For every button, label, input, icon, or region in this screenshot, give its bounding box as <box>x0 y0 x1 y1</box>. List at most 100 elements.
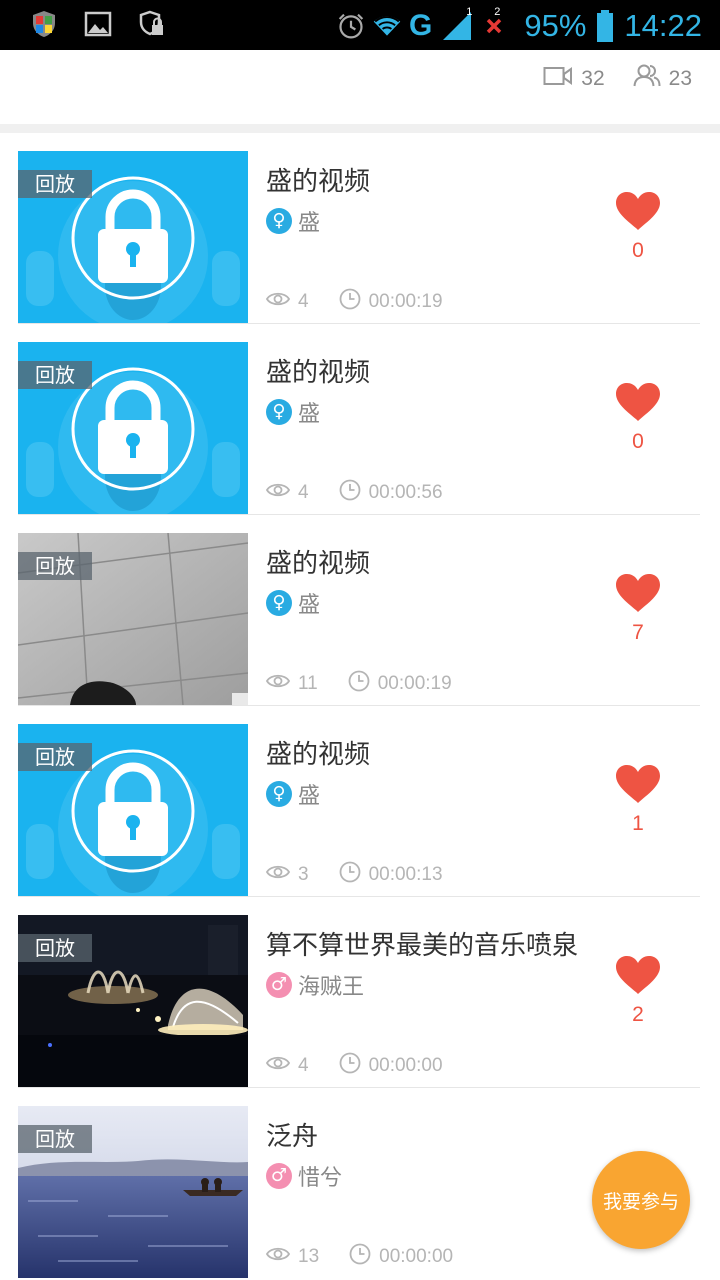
video-meta: 3 00:00:13 <box>265 861 443 889</box>
clock: 14:22 <box>624 8 702 43</box>
signal-badge-1: 1 <box>466 6 473 18</box>
author-name: 盛 <box>298 593 321 618</box>
video-thumbnail-locked[interactable]: 回放 <box>18 724 248 896</box>
replay-badge: 回放 <box>18 361 92 389</box>
wifi-icon <box>373 12 401 40</box>
video-duration: 00:00:19 <box>368 291 443 312</box>
video-count: 32 <box>581 67 605 90</box>
video-meta: 13 00:00:00 <box>265 1243 454 1271</box>
video-thumbnail-locked[interactable]: 回放 <box>18 342 248 514</box>
video-title[interactable]: 盛的视频 <box>266 352 370 389</box>
battery-percent: 95% <box>524 8 587 43</box>
replay-badge: 回放 <box>18 743 92 771</box>
signal-icon-1: 1 <box>440 6 474 40</box>
clock-icon <box>339 288 361 316</box>
video-thumbnail-lake[interactable]: 回放 <box>18 1106 248 1278</box>
network-type: G <box>409 9 433 42</box>
video-meta: 11 00:00:19 <box>265 670 452 698</box>
author-row[interactable]: ♂ 惜兮 <box>266 1160 342 1192</box>
female-icon: ♀ <box>266 781 292 807</box>
male-icon: ♂ <box>266 972 292 998</box>
video-list-item[interactable]: 回放 盛的视频 ♀ 盛 4 00:00:19 0 <box>18 133 700 324</box>
author-name: 盛 <box>298 784 321 809</box>
video-title[interactable]: 盛的视频 <box>266 734 370 771</box>
heart-icon <box>615 574 661 617</box>
video-meta: 4 00:00:19 <box>265 288 443 316</box>
user-count: 23 <box>668 67 692 90</box>
video-duration: 00:00:56 <box>368 482 443 503</box>
video-duration: 00:00:13 <box>368 864 443 885</box>
eye-icon <box>265 673 291 695</box>
video-duration: 00:00:00 <box>379 1246 454 1267</box>
author-name: 盛 <box>298 402 321 427</box>
clock-icon <box>349 1243 371 1271</box>
like-count: 0 <box>632 239 644 262</box>
view-count: 11 <box>298 673 318 694</box>
clock-icon <box>339 1052 361 1080</box>
female-icon: ♀ <box>266 590 292 616</box>
users-icon <box>633 64 661 94</box>
author-row[interactable]: ♀ 盛 <box>266 778 320 810</box>
video-meta: 4 00:00:56 <box>265 479 443 507</box>
heart-icon <box>615 765 661 808</box>
author-row[interactable]: ♀ 盛 <box>266 396 320 428</box>
like-button[interactable]: 0 <box>614 382 662 454</box>
replay-badge: 回放 <box>18 934 92 962</box>
clock-icon <box>348 670 370 698</box>
security-lock-icon <box>138 10 166 38</box>
video-list-item[interactable]: 回放 盛的视频 ♀ 盛 4 00:00:56 0 <box>18 324 700 515</box>
author-row[interactable]: ♀ 盛 <box>266 205 320 237</box>
clock-icon <box>339 479 361 507</box>
like-button[interactable]: 1 <box>614 764 662 836</box>
signal-badge-2: 2 <box>494 6 501 18</box>
replay-badge: 回放 <box>18 1125 92 1153</box>
video-title[interactable]: 泛舟 <box>266 1116 318 1153</box>
video-list-item[interactable]: 回放 算不算世界最美的音乐喷泉 ♂ 海贼王 4 00:00:00 2 <box>18 897 700 1088</box>
replay-badge: 回放 <box>18 552 92 580</box>
like-count: 0 <box>632 430 644 453</box>
like-count: 2 <box>632 1003 644 1026</box>
eye-icon <box>265 1246 291 1268</box>
view-count: 4 <box>298 291 309 312</box>
status-bar: G 1 2 95% 14:22 <box>0 0 720 50</box>
user-count-stat: 23 <box>633 64 692 94</box>
signal-icon-2: 2 <box>482 6 506 40</box>
eye-icon <box>265 864 291 886</box>
clock-icon <box>339 861 361 889</box>
like-count: 1 <box>632 812 644 835</box>
video-list-item[interactable]: 回放 盛的视频 ♀ 盛 11 00:00:19 7 <box>18 515 700 706</box>
header: 32 23 <box>0 50 720 126</box>
video-thumbnail-ceiling[interactable]: 回放 <box>18 533 248 705</box>
alarm-icon <box>337 12 365 40</box>
eye-icon <box>265 1055 291 1077</box>
author-name: 惜兮 <box>298 1166 343 1191</box>
author-row[interactable]: ♂ 海贼王 <box>266 969 364 1001</box>
eye-icon <box>265 482 291 504</box>
like-button[interactable]: 2 <box>614 955 662 1027</box>
view-count: 3 <box>298 864 309 885</box>
video-list-item[interactable]: 回放 盛的视频 ♀ 盛 3 00:00:13 1 <box>18 706 700 897</box>
replay-badge: 回放 <box>18 170 92 198</box>
heart-icon <box>615 956 661 999</box>
video-meta: 4 00:00:00 <box>265 1052 443 1080</box>
view-count: 4 <box>298 482 309 503</box>
author-row[interactable]: ♀ 盛 <box>266 587 320 619</box>
video-title[interactable]: 盛的视频 <box>266 543 370 580</box>
video-camera-icon <box>543 65 573 93</box>
video-title[interactable]: 算不算世界最美的音乐喷泉 <box>266 925 578 962</box>
like-count: 7 <box>632 621 644 644</box>
author-name: 盛 <box>298 211 321 236</box>
video-duration: 00:00:19 <box>377 673 452 694</box>
join-button[interactable]: 我要参与 <box>592 1151 690 1249</box>
video-duration: 00:00:00 <box>368 1055 443 1076</box>
heart-icon <box>615 192 661 235</box>
video-count-stat: 32 <box>543 65 605 93</box>
shield-icon <box>30 10 58 38</box>
video-title[interactable]: 盛的视频 <box>266 161 370 198</box>
video-thumbnail-fountain[interactable]: 回放 <box>18 915 248 1087</box>
like-button[interactable]: 0 <box>614 191 662 263</box>
video-thumbnail-locked[interactable]: 回放 <box>18 151 248 323</box>
female-icon: ♀ <box>266 208 292 234</box>
eye-icon <box>265 291 291 313</box>
like-button[interactable]: 7 <box>614 573 662 645</box>
